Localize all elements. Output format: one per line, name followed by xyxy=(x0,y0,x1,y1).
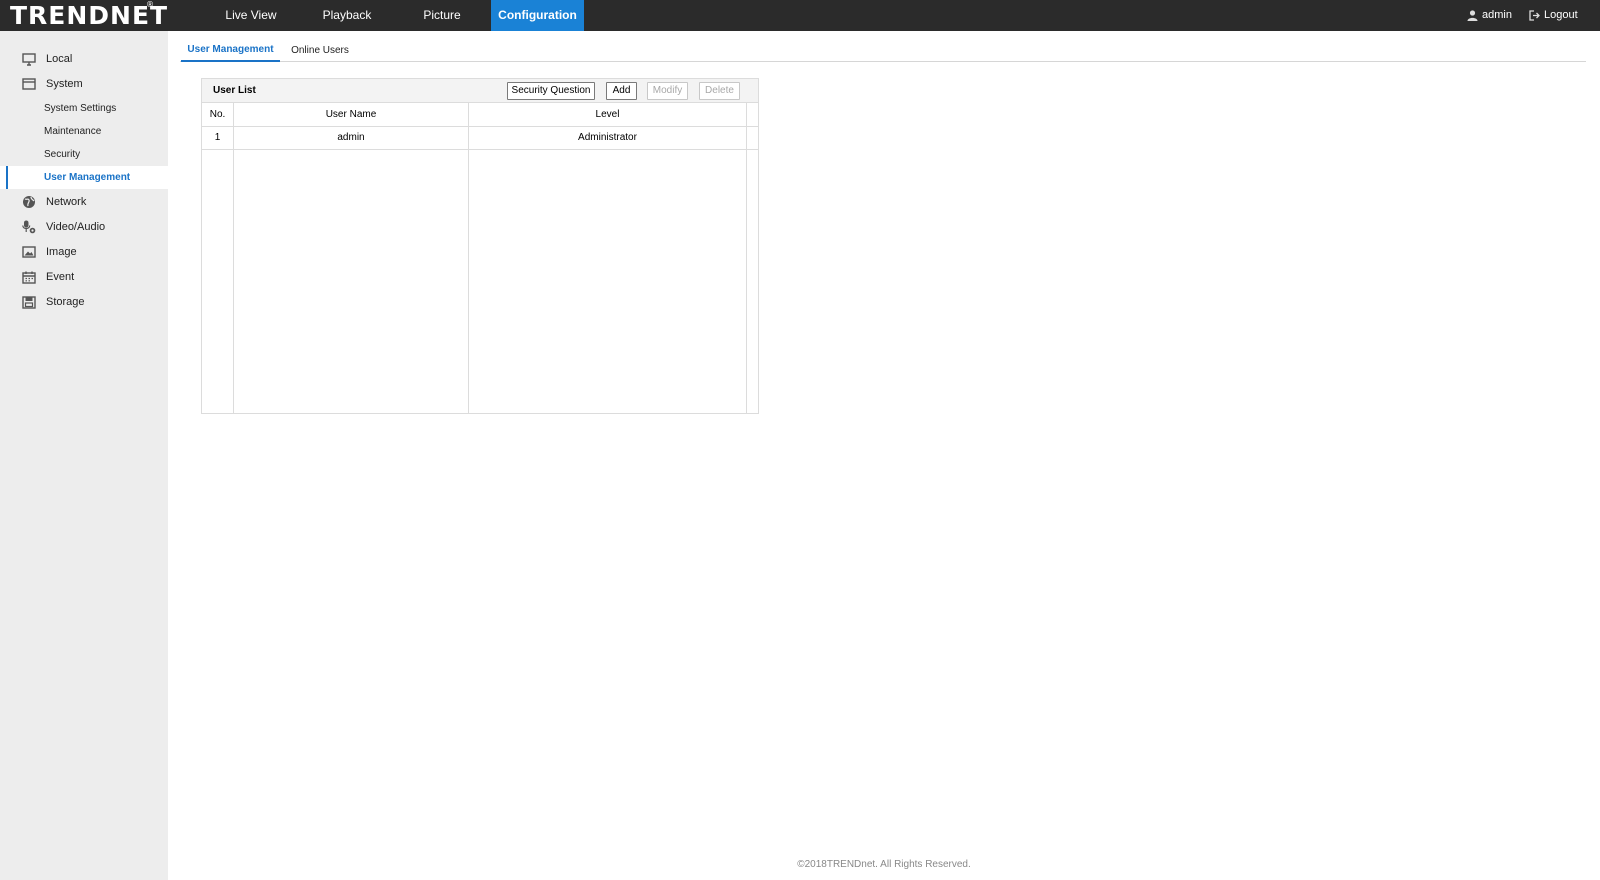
row-divider xyxy=(202,149,758,150)
user-list-panel: User List Security Question Add Modify D… xyxy=(201,78,759,414)
sidebar-item-label: Network xyxy=(46,196,87,208)
column-header-user-name: User Name xyxy=(325,109,377,120)
trendnet-logo: TRENDNET ® xyxy=(10,0,169,30)
calendar-icon xyxy=(22,270,36,284)
tab-online-users[interactable]: Online Users xyxy=(287,41,353,62)
logo-text: TRENDNET xyxy=(10,1,169,30)
modify-user-button[interactable]: Modify xyxy=(647,82,688,100)
system-icon xyxy=(22,77,36,91)
registered-mark: ® xyxy=(146,0,155,9)
sidebar-item-storage[interactable]: Storage xyxy=(0,290,168,314)
tab-user-management[interactable]: User Management xyxy=(181,41,280,62)
sidebar-item-image[interactable]: Image xyxy=(0,240,168,264)
nav-configuration[interactable]: Configuration xyxy=(491,0,584,31)
sidebar-sub-user-management[interactable]: User Management xyxy=(0,166,168,189)
nav-live-view[interactable]: Live View xyxy=(213,0,289,31)
user-list-title: User List xyxy=(213,85,256,96)
logout-label: Logout xyxy=(1544,9,1578,21)
column-header-no: No. xyxy=(209,109,226,120)
delete-user-button[interactable]: Delete xyxy=(699,82,740,100)
sidebar-sub-label: System Settings xyxy=(44,103,117,114)
sidebar-item-event[interactable]: Event xyxy=(0,265,168,289)
sidebar-sub-maintenance[interactable]: Maintenance xyxy=(0,120,168,143)
sidebar-sub-label: Security xyxy=(44,149,81,160)
sidebar: Local System System Settings Maintenance… xyxy=(0,31,168,880)
nav-playback[interactable]: Playback xyxy=(309,0,385,31)
storage-icon xyxy=(22,295,36,309)
top-header: TRENDNET ® Live View Playback Picture Co… xyxy=(0,0,1600,31)
sidebar-item-label: Storage xyxy=(46,296,85,308)
sidebar-item-system[interactable]: System xyxy=(0,72,168,96)
sidebar-item-label: System xyxy=(46,78,83,90)
current-user[interactable]: admin xyxy=(1467,0,1512,31)
sidebar-item-label: Video/Audio xyxy=(46,221,106,233)
sidebar-sub-label: User Management xyxy=(44,172,131,183)
sidebar-item-local[interactable]: Local xyxy=(0,47,168,71)
nav-picture[interactable]: Picture xyxy=(404,0,480,31)
user-icon xyxy=(1467,10,1478,21)
cell-level: Administrator xyxy=(578,132,637,143)
logout-button[interactable]: Logout xyxy=(1529,0,1578,31)
image-icon xyxy=(22,245,36,259)
sidebar-item-video-audio[interactable]: Video/Audio xyxy=(0,215,168,239)
config-tabs: User Management Online Users xyxy=(180,41,1586,62)
user-name: admin xyxy=(1482,9,1512,21)
column-header-level: Level xyxy=(595,109,620,120)
globe-icon xyxy=(22,195,36,209)
microphone-icon xyxy=(22,220,36,234)
cell-no: 1 xyxy=(214,132,221,143)
security-question-button[interactable]: Security Question xyxy=(507,82,595,100)
sidebar-item-label: Event xyxy=(46,271,75,283)
sidebar-item-network[interactable]: Network xyxy=(0,190,168,214)
user-list-toolbar: User List Security Question Add Modify D… xyxy=(202,79,758,103)
sidebar-item-label: Image xyxy=(46,246,77,258)
sidebar-item-label: Local xyxy=(46,53,73,65)
sidebar-sub-system-settings[interactable]: System Settings xyxy=(0,97,168,120)
copyright-footer: ©2018TRENDnet. All Rights Reserved. xyxy=(797,859,971,870)
sidebar-sub-security[interactable]: Security xyxy=(0,143,168,166)
monitor-icon xyxy=(22,52,36,66)
add-user-button[interactable]: Add xyxy=(606,82,637,100)
logout-icon xyxy=(1529,10,1540,21)
cell-user-name: admin xyxy=(337,132,365,143)
sidebar-sub-label: Maintenance xyxy=(44,126,102,137)
